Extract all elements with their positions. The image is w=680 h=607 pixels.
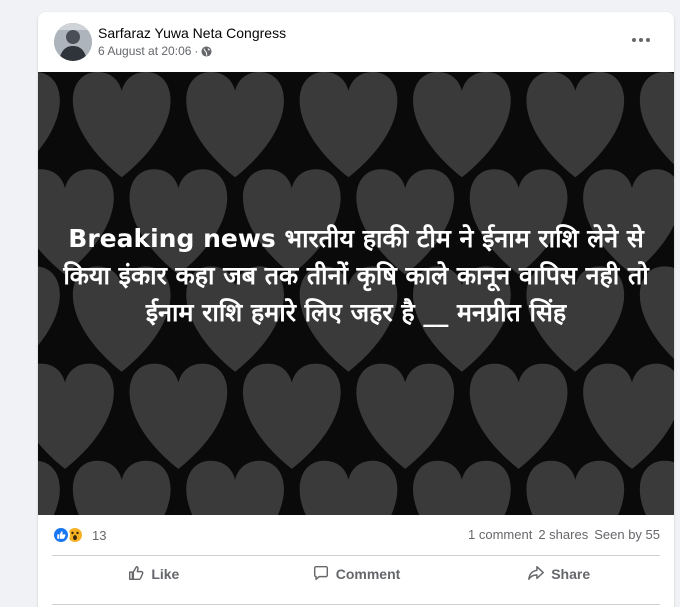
author-name[interactable]: Sarfaraz Yuwa Neta Congress — [98, 25, 286, 41]
post-timestamp[interactable]: 6 August at 20:06 — [98, 44, 191, 58]
like-button[interactable]: Like — [52, 556, 255, 592]
post-caption-text: Breaking news भारतीय हाकी टीम ने ईनाम रा… — [63, 224, 649, 327]
like-button-label: Like — [151, 566, 180, 582]
share-button[interactable]: Share — [457, 556, 660, 592]
shares-count-link[interactable]: 2 shares — [538, 527, 588, 542]
share-icon — [527, 564, 545, 585]
author-avatar[interactable] — [54, 23, 92, 61]
engagement-counts: 1 comment 2 shares Seen by 55 — [468, 527, 660, 542]
meta-separator: · — [194, 44, 199, 58]
post-meta: 6 August at 20:06 · — [98, 44, 212, 58]
comment-button-label: Comment — [335, 566, 401, 582]
comment-icon — [312, 564, 330, 585]
thumbs-up-icon — [127, 564, 145, 585]
globe-icon — [201, 45, 212, 57]
comment-button[interactable]: Comment — [255, 556, 458, 592]
post-stats-bar: 13 1 comment 2 shares Seen by 55 — [38, 515, 674, 555]
comments-divider — [52, 604, 660, 605]
comments-count-link[interactable]: 1 comment — [468, 527, 532, 542]
seen-by-count[interactable]: Seen by 55 — [594, 527, 660, 542]
post-card: Sarfaraz Yuwa Neta Congress 6 August at … — [38, 12, 674, 607]
like-reaction-icon — [52, 526, 70, 544]
reaction-count: 13 — [92, 527, 107, 543]
more-options-icon[interactable] — [632, 34, 652, 46]
post-actions: Like Comment Share — [52, 556, 660, 592]
reactions-summary[interactable]: 13 — [52, 526, 106, 544]
share-button-label: Share — [551, 566, 591, 582]
post-header: Sarfaraz Yuwa Neta Congress 6 August at … — [38, 12, 674, 72]
post-image[interactable]: Breaking news भारतीय हाकी टीम ने ईनाम रा… — [38, 72, 674, 515]
